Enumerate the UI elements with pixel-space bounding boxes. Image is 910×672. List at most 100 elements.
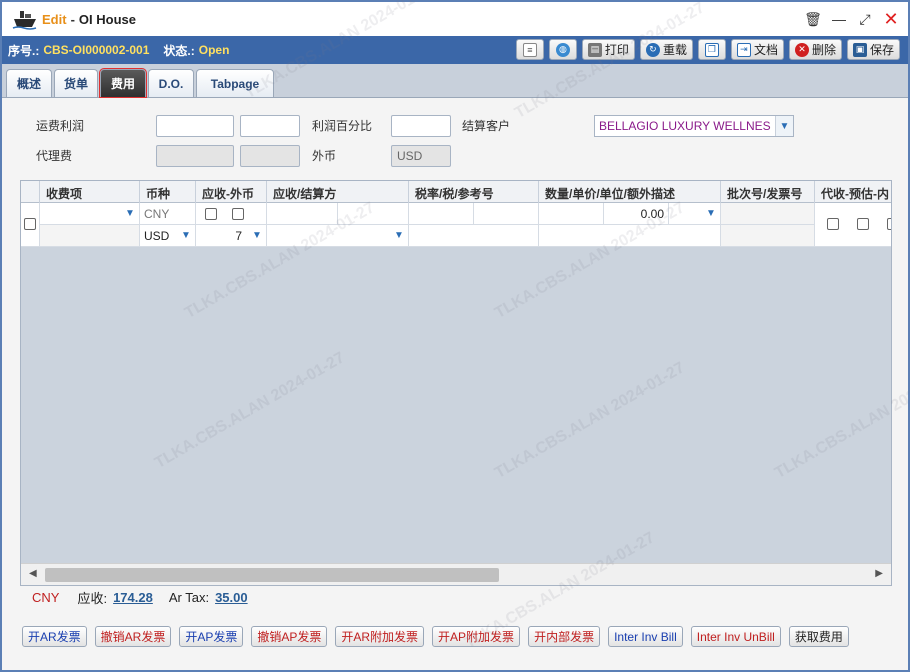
currency-value: USD <box>144 229 170 243</box>
fee-item-extra <box>39 225 139 247</box>
open-ar-invoice-button[interactable]: 开AR发票 <box>22 626 87 647</box>
save-button[interactable]: ▣ 保存 <box>846 39 900 60</box>
internal-checkbox[interactable] <box>887 218 891 230</box>
chevron-down-icon: ▼ <box>706 207 716 219</box>
printer-icon: ▤ <box>587 42 602 57</box>
copy-icon: ❐ <box>704 42 719 57</box>
header-fee-item: 收费项 <box>39 181 139 203</box>
tax-amount-link[interactable]: 35.00 <box>215 590 248 605</box>
summary-bar: CNY 应收: 174.28 Ar Tax: 35.00 <box>32 588 258 607</box>
ar-party-cell-1[interactable] <box>266 203 337 225</box>
print-label: 打印 <box>604 43 629 57</box>
trash-icon[interactable]: 🗑 <box>804 10 822 28</box>
scroll-right-icon[interactable]: ▶ <box>875 568 883 579</box>
grid-header: 收费项 币种 应收-外币 应收/结算方 税率/税/参考号 数量/单价/单位/额外… <box>21 181 891 203</box>
foreign-currency-label: 外币 <box>312 149 337 163</box>
tab-tabpage[interactable]: Tabpage <box>196 69 274 97</box>
serial-label: 序号.: <box>8 43 40 58</box>
header-batch: 批次号/发票号 <box>720 181 814 203</box>
inter-inv-unbill-button[interactable]: Inter Inv UnBill <box>690 626 781 647</box>
tax-cell[interactable] <box>473 203 538 225</box>
agency-fee-input-2 <box>240 145 300 167</box>
extra-desc-cell[interactable] <box>538 225 720 247</box>
foreign-currency-input: USD <box>391 145 451 167</box>
reload-button[interactable]: ↻ 重载 <box>639 39 693 60</box>
currency-select[interactable]: USD ▼ <box>139 225 195 247</box>
cancel-ap-invoice-button[interactable]: 撤销AP发票 <box>251 626 328 647</box>
get-fees-button[interactable]: 获取费用 <box>788 626 849 647</box>
ar-number-select[interactable]: 7 ▼ <box>195 225 266 247</box>
copy-button[interactable]: ❐ <box>697 39 726 60</box>
ar-label: 应收: <box>77 591 108 606</box>
horizontal-scrollbar[interactable]: ◀ ▶ <box>21 563 891 585</box>
open-ap-extra-invoice-button[interactable]: 开AP附加发票 <box>432 626 521 647</box>
delete-label: 删除 <box>811 43 836 57</box>
freight-profit-input[interactable] <box>156 115 234 137</box>
header-collect: 代收-预估-内 <box>814 181 891 203</box>
document-button[interactable]: ⇥ 文档 <box>730 39 784 60</box>
chevron-down-icon: ▼ <box>775 116 793 136</box>
globe-button[interactable]: ◍ <box>548 39 577 60</box>
status-label: 状态.: <box>163 43 195 58</box>
open-ar-extra-invoice-button[interactable]: 开AR附加发票 <box>335 626 425 647</box>
freight-profit-input-2[interactable] <box>240 115 300 137</box>
estimate-checkbox[interactable] <box>857 218 869 230</box>
ar-foreign-cell <box>195 203 266 225</box>
delete-button[interactable]: ✕ 删除 <box>788 39 842 60</box>
toolbar: ≡ ◍ ▤ 打印 ↻ 重载 ❐ ⇥ 文档 ✕ 删除 ▣ 保存 <box>515 39 900 60</box>
reload-label: 重载 <box>662 43 687 57</box>
settle-customer-select[interactable]: BELLAGIO LUXURY WELLNES ▼ <box>594 115 794 137</box>
import-icon: ⇥ <box>736 42 751 57</box>
quantity-cell[interactable] <box>538 203 603 225</box>
minimize-icon[interactable]: — <box>830 10 848 28</box>
info-bar: 序号.: CBS-OI000002-001 状态.: Open ≡ ◍ ▤ 打印 … <box>2 36 908 64</box>
print-button[interactable]: ▤ 打印 <box>581 39 635 60</box>
delete-icon: ✕ <box>794 42 809 57</box>
freight-profit-label: 运费利润 <box>36 119 85 133</box>
ar-party-cell-2[interactable] <box>337 203 408 225</box>
unit-price-cell[interactable]: 0.00 <box>603 203 668 225</box>
batch-cell <box>720 203 814 225</box>
foreign-checkbox[interactable] <box>232 208 244 220</box>
tab-cargo[interactable]: 货单 <box>54 69 98 97</box>
open-ap-invoice-button[interactable]: 开AP发票 <box>179 626 244 647</box>
window-controls: 🗑 — ⤢ ✕ <box>804 9 900 29</box>
tab-fees[interactable]: 费用 <box>99 68 147 98</box>
cancel-ar-invoice-button[interactable]: 撤销AR发票 <box>94 626 172 647</box>
ref-number-cell[interactable] <box>408 225 538 247</box>
header-tax: 税率/税/参考号 <box>408 181 538 203</box>
settle-customer-label: 结算客户 <box>462 119 511 133</box>
collect-checkbox[interactable] <box>827 218 839 230</box>
summary-currency: CNY <box>32 590 60 605</box>
profit-pct-input[interactable] <box>391 115 451 137</box>
header-quantity: 数量/单价/单位/额外描述 <box>538 181 720 203</box>
row-checkbox[interactable] <box>24 218 36 230</box>
ar-amount-link[interactable]: 174.28 <box>113 590 153 605</box>
open-internal-invoice-button[interactable]: 开内部发票 <box>528 626 601 647</box>
action-button-row: 开AR发票 撤销AR发票 开AP发票 撤销AP发票 开AR附加发票 开AP附加发… <box>22 626 849 647</box>
window-title: OI House <box>78 11 136 27</box>
tab-overview[interactable]: 概述 <box>6 69 52 97</box>
save-label: 保存 <box>869 43 894 57</box>
profit-pct-label: 利润百分比 <box>312 119 373 133</box>
unit-select[interactable]: ▼ <box>668 203 720 225</box>
tab-do[interactable]: D.O. <box>148 69 194 97</box>
chevron-down-icon: ▼ <box>125 207 135 219</box>
tax-label: Ar Tax: <box>168 590 210 605</box>
tax-rate-cell[interactable] <box>408 203 473 225</box>
header-ar-foreign: 应收-外币 <box>195 181 266 203</box>
ar-number-value: 7 <box>235 229 242 243</box>
ar-checkbox[interactable] <box>205 208 217 220</box>
fee-item-select[interactable]: ▼ <box>39 203 139 225</box>
close-icon[interactable]: ✕ <box>882 9 900 29</box>
new-doc-button[interactable]: ≡ <box>515 39 544 60</box>
agency-fee-input <box>156 145 234 167</box>
edit-window: Edit - OI House 🗑 — ⤢ ✕ 序号.: CBS-OI00000… <box>0 0 910 672</box>
maximize-icon[interactable]: ⤢ <box>856 10 874 28</box>
inter-inv-bill-button[interactable]: Inter Inv Bill <box>608 626 683 647</box>
document-icon: ≡ <box>522 42 537 57</box>
ar-party-select[interactable]: ▼ <box>266 225 408 247</box>
scroll-thumb[interactable] <box>45 568 499 582</box>
tab-bar: 概述 货单 费用 D.O. Tabpage <box>2 64 908 98</box>
scroll-left-icon[interactable]: ◀ <box>29 568 37 579</box>
